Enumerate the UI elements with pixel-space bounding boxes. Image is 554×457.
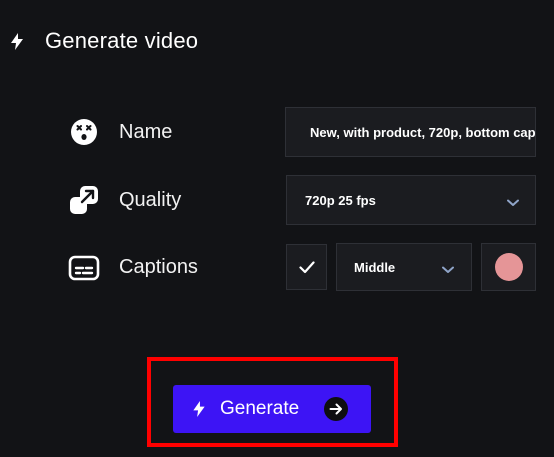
captions-color-swatch — [494, 253, 523, 281]
captions-position-select[interactable]: Middle — [336, 243, 472, 291]
quality-select[interactable]: 720p 25 fps — [286, 175, 536, 225]
panel-header: Generate video — [10, 24, 198, 58]
captions-position-value: Middle — [354, 259, 396, 275]
captions-checkbox[interactable] — [286, 244, 327, 290]
captions-color-picker[interactable] — [481, 243, 536, 291]
generate-button[interactable]: Generate — [173, 385, 371, 433]
resize-arrow-icon — [68, 184, 100, 216]
lightning-bolt-icon — [10, 32, 24, 50]
name-label: Name — [119, 121, 173, 143]
chevron-down-icon — [442, 266, 454, 273]
panel-title: Generate video — [45, 28, 199, 53]
subtitles-icon — [68, 252, 100, 284]
generate-button-label: Generate — [220, 398, 300, 419]
arrow-right-icon — [324, 397, 348, 421]
name-input[interactable]: New, with product, 720p, bottom captions — [285, 107, 536, 157]
lightning-bolt-icon — [193, 401, 205, 417]
quality-label: Quality — [119, 189, 182, 211]
face-icon — [68, 116, 100, 148]
quality-selected-value: 720p 25 fps — [305, 192, 376, 208]
captions-label: Captions — [119, 256, 198, 278]
generate-video-panel: Generate video Name New, with product, 7… — [0, 0, 554, 457]
chevron-down-icon — [507, 199, 519, 206]
checkmark-icon — [298, 260, 315, 273]
